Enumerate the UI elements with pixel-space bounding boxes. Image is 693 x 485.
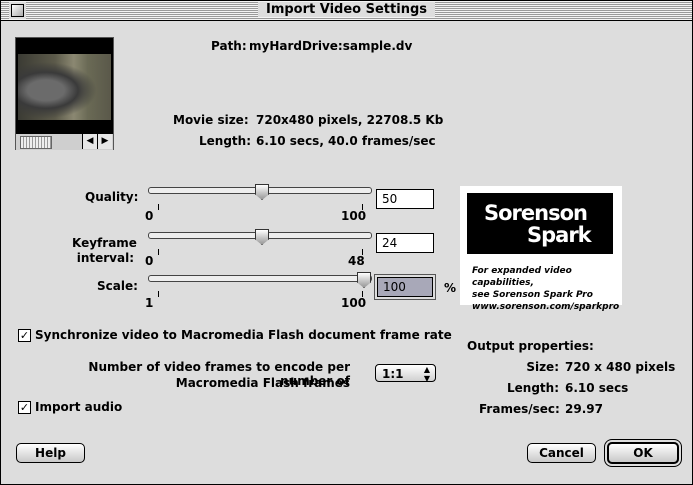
ok-button[interactable]: OK <box>607 442 679 464</box>
checkmark-icon: ✓ <box>19 401 30 414</box>
keyframe-input[interactable]: 24 <box>376 233 434 253</box>
audio-label[interactable]: Import audio <box>35 400 122 414</box>
scale-label: Scale: <box>97 279 138 293</box>
frames-ratio-value: 1:1 <box>382 367 404 381</box>
keyframe-min-label: 0 <box>145 254 154 268</box>
output-length-label: Length: <box>507 381 559 395</box>
path-label: Path: <box>211 39 247 53</box>
scale-tick-min <box>158 291 159 297</box>
checkmark-icon: ✓ <box>19 329 30 342</box>
output-heading: Output properties: <box>467 339 594 353</box>
scale-slider-thumb[interactable] <box>357 272 371 288</box>
arrow-right-icon[interactable]: ▶ <box>97 134 112 149</box>
movie-size-label: Movie size: <box>173 113 249 127</box>
quality-min-label: 0 <box>145 209 154 223</box>
sorenson-logo: Sorenson Spark For expanded video capabi… <box>460 186 622 312</box>
logo-line2: Spark <box>527 223 592 247</box>
path-value: myHardDrive:sample.dv <box>249 39 413 53</box>
help-button[interactable]: Help <box>16 443 85 463</box>
output-size-label: Size: <box>526 360 559 374</box>
title-bar[interactable]: Import Video Settings <box>1 1 692 21</box>
frames-label-2: Macromedia Flash frames <box>175 376 350 390</box>
popup-arrows-icon: ▲ ▼ <box>423 365 430 383</box>
keyframe-slider-thumb[interactable] <box>255 229 269 245</box>
arrow-left-icon[interactable]: ◀ <box>82 134 97 149</box>
length-value: 6.10 secs, 40.0 frames/sec <box>256 134 436 148</box>
scale-min-label: 1 <box>145 296 154 310</box>
quality-max-label: 100 <box>341 209 367 223</box>
preview-scrollbar[interactable]: ◀ ▶ <box>16 133 113 150</box>
logo-tagline-3: www.sorenson.com/sparkpro <box>472 302 620 312</box>
movie-size-value: 720x480 pixels, 22708.5 Kb <box>256 113 444 127</box>
preview-image <box>18 54 111 120</box>
quality-input[interactable]: 50 <box>376 189 434 209</box>
quality-slider-thumb[interactable] <box>255 184 269 200</box>
cancel-button[interactable]: Cancel <box>527 443 596 463</box>
video-preview: ◀ ▶ <box>15 37 114 150</box>
keyframe-tick-min <box>158 249 159 255</box>
sync-checkbox[interactable]: ✓ <box>18 329 31 342</box>
output-length-value: 6.10 secs <box>565 381 629 395</box>
length-label: Length: <box>199 134 251 148</box>
output-fps-label: Frames/sec: <box>479 402 560 416</box>
window-title: Import Video Settings <box>257 2 435 17</box>
sorenson-logo-mark: Sorenson Spark <box>467 193 613 254</box>
output-fps-value: 29.97 <box>565 402 603 416</box>
keyframe-label-1: Keyframe <box>72 236 137 250</box>
scale-max-label: 100 <box>341 296 367 310</box>
import-video-dialog: Import Video Settings ◀ ▶ Path: myHardDr… <box>0 0 693 485</box>
scale-slider-track[interactable] <box>148 275 372 282</box>
logo-tagline-1: For expanded video capabilities, <box>472 266 572 288</box>
quality-label: Quality: <box>85 190 139 204</box>
quality-tick-min <box>158 204 159 210</box>
scale-input[interactable]: 100 <box>377 277 433 297</box>
scale-unit: % <box>444 281 457 295</box>
logo-tagline: For expanded video capabilities, see Sor… <box>472 265 622 313</box>
keyframe-label-2: interval: <box>76 251 134 265</box>
audio-checkbox[interactable]: ✓ <box>18 401 31 414</box>
keyframe-max-label: 48 <box>348 254 365 268</box>
sync-label[interactable]: Synchronize video to Macromedia Flash do… <box>35 328 452 342</box>
scroll-thumb[interactable] <box>20 136 52 149</box>
logo-tagline-2: see Sorenson Spark Pro <box>472 290 593 300</box>
logo-line1: Sorenson <box>484 201 588 225</box>
output-size-value: 720 x 480 pixels <box>565 360 676 374</box>
frames-ratio-popup[interactable]: 1:1 ▲ ▼ <box>375 364 436 383</box>
